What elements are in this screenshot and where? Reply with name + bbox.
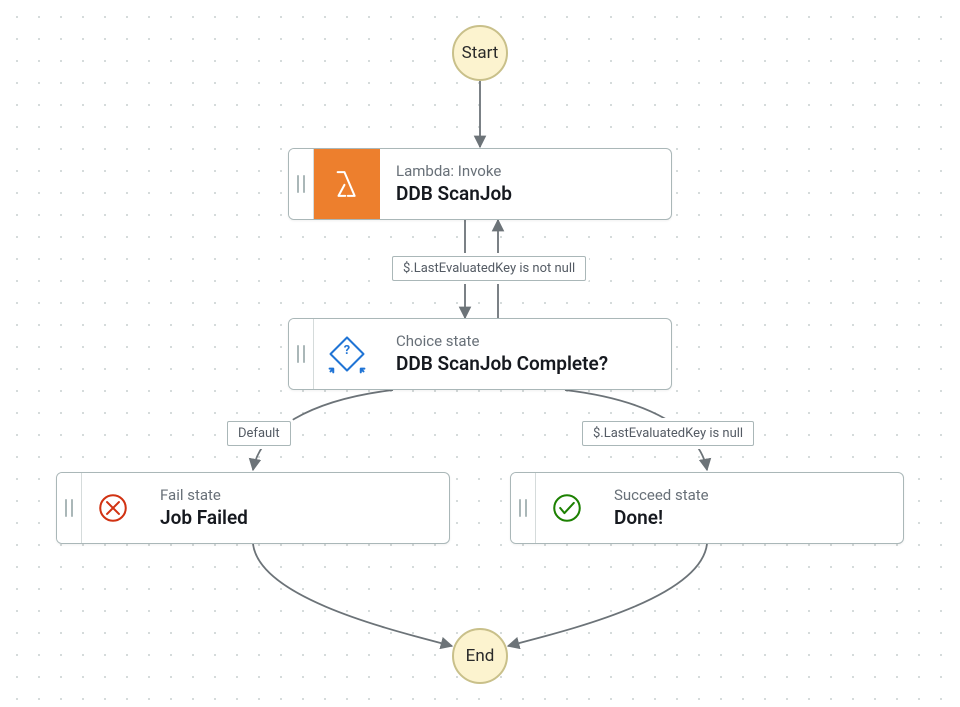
node-choice-ddb-complete[interactable]: ? Choice state DDB ScanJob Complete? — [288, 318, 672, 390]
drag-handle-icon[interactable] — [289, 319, 314, 389]
start-label: Start — [462, 43, 499, 63]
svg-text:?: ? — [344, 343, 350, 358]
node-type-label: Fail state — [160, 486, 433, 504]
edge-label-default: Default — [227, 421, 291, 446]
node-title: Job Failed — [160, 506, 433, 530]
node-succeed-done[interactable]: Succeed state Done! — [510, 472, 904, 544]
node-type-label: Lambda: Invoke — [396, 162, 655, 180]
edge-label-succeed: $.LastEvaluatedKey is null — [582, 421, 754, 446]
fail-icon — [82, 473, 144, 543]
node-lambda-ddb-scanjob[interactable]: Lambda: Invoke DDB ScanJob — [288, 148, 672, 220]
drag-handle-icon[interactable] — [289, 149, 314, 219]
lambda-icon — [314, 149, 380, 219]
edge-label-loop: $.LastEvaluatedKey is not null — [392, 256, 586, 281]
choice-icon: ? — [314, 319, 380, 389]
end-terminal[interactable]: End — [452, 628, 508, 684]
node-title: DDB ScanJob Complete? — [396, 352, 655, 376]
end-label: End — [466, 646, 495, 666]
drag-handle-icon[interactable] — [511, 473, 536, 543]
start-terminal[interactable]: Start — [452, 25, 508, 81]
node-title: DDB ScanJob — [396, 182, 655, 206]
node-fail-job-failed[interactable]: Fail state Job Failed — [56, 472, 450, 544]
node-type-label: Succeed state — [614, 486, 887, 504]
succeed-icon — [536, 473, 598, 543]
drag-handle-icon[interactable] — [57, 473, 82, 543]
node-type-label: Choice state — [396, 332, 655, 350]
node-title: Done! — [614, 506, 887, 530]
